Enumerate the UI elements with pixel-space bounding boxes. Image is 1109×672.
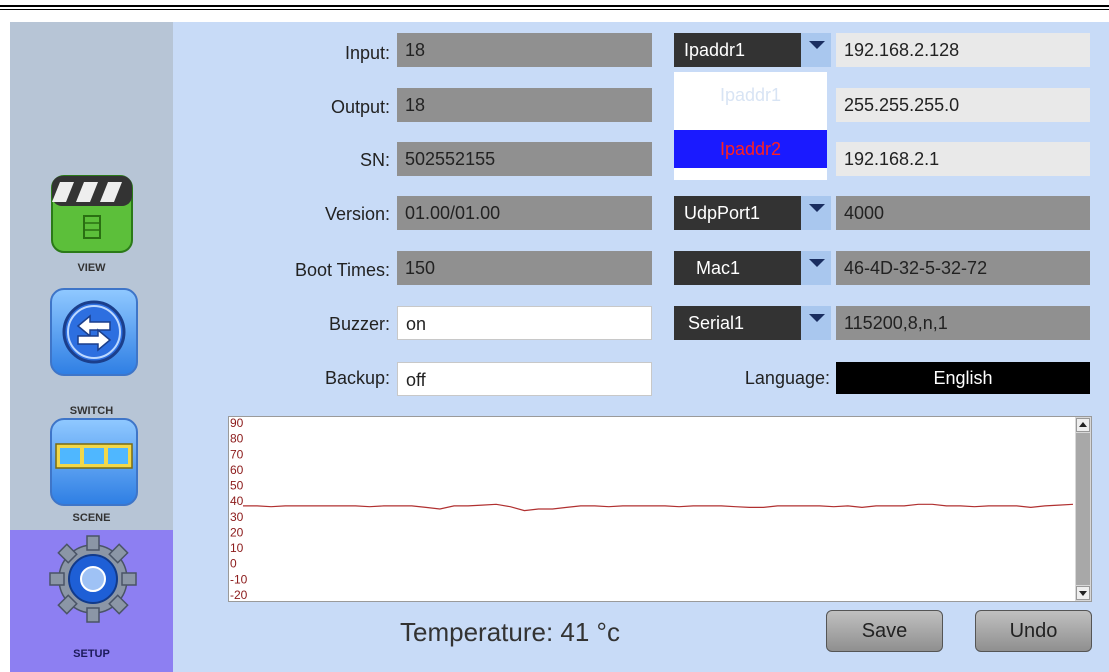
scroll-up-icon[interactable] bbox=[1076, 418, 1090, 432]
y-tick-label: 70 bbox=[230, 447, 244, 461]
nav-view[interactable]: VIEW bbox=[10, 22, 173, 284]
chevron-down-icon[interactable] bbox=[801, 196, 831, 230]
y-tick-label: 50 bbox=[230, 479, 244, 493]
undo-button[interactable]: Undo bbox=[975, 610, 1092, 652]
save-button[interactable]: Save bbox=[826, 610, 943, 652]
y-tick-label: 80 bbox=[230, 432, 244, 446]
ipaddr-dropdown-value: Ipaddr1 bbox=[684, 40, 746, 60]
sidebar: VIEW SWITCH SCENE SETUP bbox=[10, 22, 173, 672]
udpport-dropdown[interactable]: UdpPort1 bbox=[674, 196, 831, 230]
subnet-mask-field[interactable]: 255.255.255.0 bbox=[836, 88, 1090, 122]
serial-dropdown-value: Serial1 bbox=[688, 313, 745, 333]
y-tick-label: -10 bbox=[230, 572, 248, 586]
y-tick-label: 10 bbox=[230, 541, 244, 555]
temperature-series-line bbox=[243, 503, 1074, 512]
y-tick-label: 60 bbox=[230, 463, 244, 477]
udpport-value: 4000 bbox=[836, 196, 1090, 230]
output-value: 18 bbox=[397, 88, 652, 122]
backup-label: Backup: bbox=[324, 368, 390, 388]
backup-field[interactable]: off bbox=[397, 362, 652, 396]
input-label: Input: bbox=[344, 43, 390, 63]
nav-switch-label: SWITCH bbox=[69, 405, 114, 417]
version-label: Version: bbox=[324, 204, 390, 224]
output-label: Output: bbox=[330, 97, 390, 117]
ipaddr-dropdown[interactable]: Ipaddr1 bbox=[674, 33, 831, 67]
language-select[interactable]: English bbox=[836, 362, 1090, 394]
chevron-down-icon[interactable] bbox=[801, 251, 831, 285]
temperature-chart-svg: 90 8070 60 5040 3020 10 0-10 -20 bbox=[230, 416, 1074, 602]
temperature-chart: 90 80 70 60 50 40 30 20 10 0 -10 -20 bbox=[228, 416, 1092, 602]
mac-dropdown[interactable]: Mac1 bbox=[674, 251, 831, 285]
temperature-readout: Temperature: 41 °c bbox=[400, 617, 620, 647]
buzzer-field[interactable]: on bbox=[397, 306, 652, 340]
mac-value: 46-4D-32-5-32-72 bbox=[836, 251, 1090, 285]
nav-scene[interactable]: SCENE bbox=[10, 418, 173, 530]
nav-setup-label: SETUP bbox=[73, 648, 110, 660]
y-tick-label: 90 bbox=[230, 417, 244, 430]
nav-view-label: VIEW bbox=[77, 262, 106, 274]
chart-scrollbar[interactable] bbox=[1075, 417, 1091, 601]
buzzer-label: Buzzer: bbox=[328, 314, 390, 334]
header-rule bbox=[0, 5, 1109, 7]
mac-dropdown-value: Mac1 bbox=[696, 258, 741, 278]
language-label: Language: bbox=[744, 368, 830, 388]
input-value: 18 bbox=[397, 33, 652, 67]
y-tick-label: 20 bbox=[230, 525, 244, 539]
nav-scene-label: SCENE bbox=[72, 512, 111, 524]
nav-setup[interactable]: SETUP bbox=[10, 530, 173, 672]
y-tick-label: -20 bbox=[230, 588, 248, 601]
film-strip-icon bbox=[50, 418, 138, 506]
udpport-dropdown-value: UdpPort1 bbox=[684, 203, 761, 223]
boot-times-label: Boot Times: bbox=[294, 260, 390, 280]
ipaddr-dropdown-list: Ipaddr1 Ipaddr2 bbox=[674, 72, 827, 180]
sn-label: SN: bbox=[359, 150, 390, 170]
chevron-down-icon[interactable] bbox=[801, 306, 831, 340]
ipaddr-option-1[interactable]: Ipaddr1 bbox=[674, 76, 827, 114]
nav-switch[interactable]: SWITCH bbox=[10, 284, 173, 418]
gear-icon bbox=[49, 535, 137, 623]
serial-dropdown[interactable]: Serial1 bbox=[674, 306, 831, 340]
scroll-down-icon[interactable] bbox=[1076, 586, 1090, 600]
gateway-field[interactable]: 192.168.2.1 bbox=[836, 142, 1090, 176]
boot-times-value: 150 bbox=[397, 251, 652, 285]
chevron-down-icon[interactable] bbox=[801, 33, 831, 67]
y-tick-label: 0 bbox=[230, 557, 237, 571]
switch-arrows-icon bbox=[50, 288, 138, 376]
ipaddr-option-2[interactable]: Ipaddr2 bbox=[674, 130, 827, 168]
version-value: 01.00/01.00 bbox=[397, 196, 652, 230]
header-rule-thin bbox=[0, 9, 1109, 10]
ip-address-field[interactable]: 192.168.2.128 bbox=[836, 33, 1090, 67]
clapperboard-icon bbox=[51, 175, 133, 253]
y-tick-label: 40 bbox=[230, 494, 244, 508]
scroll-thumb[interactable] bbox=[1076, 433, 1090, 585]
y-tick-label: 30 bbox=[230, 510, 244, 524]
serial-value: 115200,8,n,1 bbox=[836, 306, 1090, 340]
sn-value: 502552155 bbox=[397, 142, 652, 176]
